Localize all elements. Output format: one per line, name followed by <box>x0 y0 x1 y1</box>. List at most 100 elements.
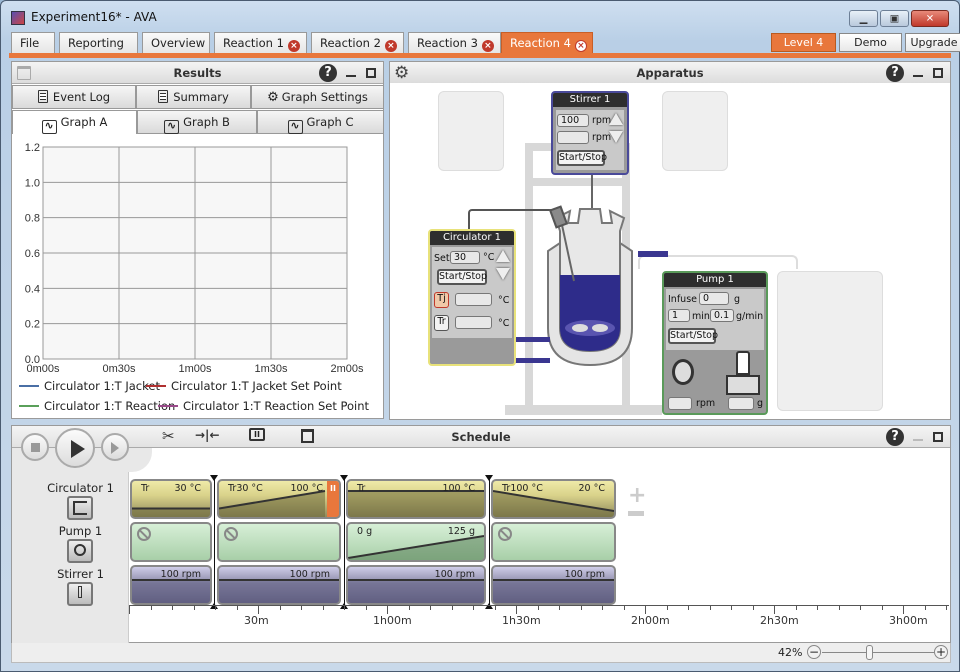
circulator-step[interactable]: Tr 100 °C <box>346 479 486 519</box>
close-tab-icon[interactable]: × <box>287 40 300 52</box>
increase-arrow-icon[interactable] <box>609 113 623 125</box>
remove-step-icon[interactable] <box>628 511 644 516</box>
play-button[interactable] <box>55 428 95 468</box>
level-button[interactable]: Level 4 <box>771 33 836 52</box>
tab-label: Reporting <box>68 36 124 50</box>
empty-slot[interactable] <box>438 91 504 171</box>
infuse-rate-input[interactable]: 0.1 <box>710 309 734 322</box>
apparatus-canvas: Stirrer 1 100 rpm rpm Start/Stop Circula… <box>390 83 950 419</box>
add-step-icon[interactable]: + <box>628 483 646 508</box>
step-profile <box>493 524 614 560</box>
merge-icon[interactable]: →|← <box>195 428 220 442</box>
circulator-set-input[interactable]: 30 <box>450 251 480 264</box>
maximize-panel-icon[interactable] <box>933 68 943 78</box>
coil-icon[interactable] <box>67 496 93 520</box>
maximize-panel-icon[interactable] <box>366 68 376 78</box>
tab-summary[interactable]: Summary <box>136 85 251 109</box>
stirrer-icon[interactable] <box>67 582 93 606</box>
step-boundary-marker[interactable] <box>485 475 493 609</box>
pump-icon[interactable] <box>67 539 93 563</box>
close-tab-icon[interactable]: × <box>574 40 587 52</box>
pump-step[interactable]: 0 g 125 g <box>346 522 486 562</box>
step-boundary-marker[interactable] <box>210 475 218 609</box>
maximize-button[interactable]: ▣ <box>880 10 909 27</box>
step-boundary-marker[interactable] <box>340 475 348 609</box>
celsius-label: °C <box>498 295 510 306</box>
circulator-start-stop-button[interactable]: Start/Stop <box>437 269 487 285</box>
delete-icon[interactable] <box>301 429 314 443</box>
ruler-tick <box>817 606 818 610</box>
zoom-out-button[interactable]: − <box>807 645 821 659</box>
ruler-tick <box>236 606 238 610</box>
help-icon[interactable]: ? <box>886 64 904 82</box>
infuse-amount-input[interactable]: 0 <box>699 292 729 305</box>
minimize-button[interactable]: ▁ <box>849 10 878 27</box>
zoom-slider-track[interactable] <box>822 652 934 653</box>
zoom-in-button[interactable]: + <box>934 645 948 659</box>
tab-reporting[interactable]: Reporting <box>59 32 138 53</box>
decrease-arrow-icon[interactable] <box>609 131 623 143</box>
stop-button[interactable] <box>21 433 49 461</box>
tab-reaction-3[interactable]: Reaction 3 × <box>408 32 501 53</box>
x-tick-label: 2m00s <box>330 363 364 375</box>
wave-icon: ∿ <box>287 120 303 134</box>
pump-step[interactable] <box>491 522 616 562</box>
demo-button[interactable]: Demo <box>839 33 902 52</box>
tr-toggle[interactable]: Tr <box>434 315 449 331</box>
tab-graph-c[interactable]: ∿ Graph C <box>257 110 384 134</box>
tab-graph-settings[interactable]: ⚙ Graph Settings <box>251 85 384 109</box>
pause-comment-icon[interactable]: II <box>249 428 265 441</box>
minimize-panel-icon[interactable] <box>913 75 923 77</box>
tab-graph-b[interactable]: ∿ Graph B <box>137 110 257 134</box>
active-tab-underline <box>9 53 951 58</box>
upgrade-button[interactable]: Upgrade <box>905 33 960 52</box>
tab-file[interactable]: File <box>11 32 55 53</box>
skip-button[interactable] <box>101 433 129 461</box>
decrease-arrow-icon[interactable] <box>496 268 510 280</box>
circulator-step[interactable]: Tr100 °C 20 °C <box>491 479 616 519</box>
zoom-slider-thumb[interactable] <box>866 645 874 660</box>
stirrer-step[interactable]: 100 rpm <box>491 565 616 605</box>
pump-rpm-value <box>668 397 692 410</box>
infuse-label: Infuse <box>668 294 697 305</box>
empty-slot[interactable] <box>777 271 883 411</box>
tab-event-log[interactable]: Event Log <box>12 85 136 109</box>
y-tick-label: 1.2 <box>25 142 40 154</box>
tab-reaction-2[interactable]: Reaction 2 × <box>311 32 404 53</box>
tab-label: Reaction 4 <box>510 36 571 50</box>
circulator-step[interactable]: Tr 30 °C <box>130 479 212 519</box>
tab-graph-a[interactable]: ∿ Graph A <box>12 110 137 134</box>
status-bar: 42% − + <box>11 643 951 663</box>
circulator-step[interactable]: Tr30 °C 100 °C II <box>217 479 341 519</box>
stirrer-step[interactable]: 100 rpm <box>217 565 341 605</box>
close-tab-icon[interactable]: × <box>481 40 494 52</box>
minimize-panel-icon[interactable] <box>346 75 356 77</box>
maximize-icon: ▣ <box>889 13 900 24</box>
stirrer-step[interactable]: 100 rpm <box>130 565 212 605</box>
minimize-panel-icon[interactable] <box>913 439 923 441</box>
pump-step[interactable] <box>130 522 212 562</box>
stirrer-start-stop-button[interactable]: Start/Stop <box>557 150 607 166</box>
tab-reaction-1[interactable]: Reaction 1 × <box>214 32 307 53</box>
close-window-button[interactable]: ✕ <box>911 10 949 27</box>
maximize-panel-icon[interactable] <box>933 432 943 442</box>
scissors-icon[interactable]: ✂ <box>162 427 175 445</box>
frame-post <box>525 143 533 408</box>
pump-step[interactable] <box>217 522 341 562</box>
stirrer-set-input[interactable]: 100 <box>557 114 589 127</box>
increase-arrow-icon[interactable] <box>496 250 510 262</box>
stirrer-step[interactable]: 100 rpm <box>346 565 486 605</box>
infuse-time-input[interactable]: 1 <box>668 309 690 322</box>
pause-marker-icon[interactable]: II <box>327 481 339 517</box>
tj-toggle[interactable]: Tj <box>434 292 449 308</box>
close-tab-icon[interactable]: × <box>384 40 397 52</box>
pump-start-stop-button[interactable]: Start/Stop <box>668 328 718 344</box>
circulator-title: Circulator 1 <box>430 231 514 245</box>
tab-reaction-4[interactable]: Reaction 4 × <box>501 32 593 53</box>
ruler-tick <box>129 606 130 614</box>
empty-slot[interactable] <box>662 91 728 171</box>
help-icon[interactable]: ? <box>319 64 337 82</box>
help-icon[interactable]: ? <box>886 428 904 446</box>
pump-device: Pump 1 Infuse 0 g 1 min 0.1 g/min Start/… <box>662 271 768 415</box>
tab-overview[interactable]: Overview <box>142 32 210 53</box>
